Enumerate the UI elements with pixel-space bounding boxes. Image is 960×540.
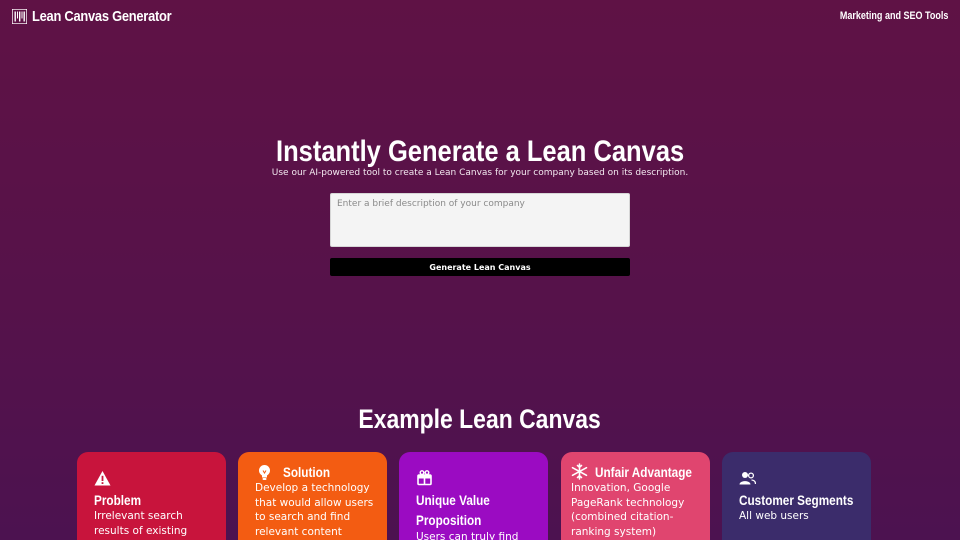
card-solution: Solution Develop a technology that would…	[238, 452, 387, 540]
hero-title-text: Instantly Generate a Lean Canvas	[275, 135, 685, 168]
card-text: Innovation, Google PageRank technology (…	[571, 482, 685, 538]
card-unique-value-proposition: Unique Value Proposition Users can truly…	[399, 452, 548, 540]
card-title: Unique Value Proposition	[416, 492, 490, 528]
brand-name: Lean Canvas Generator	[32, 8, 172, 25]
card-text: Develop a technology that would allow us…	[255, 482, 374, 538]
company-description-input[interactable]	[330, 193, 630, 247]
card-unfair-advantage: Unfair Advantage Innovation, Google Page…	[561, 452, 710, 540]
generate-lean-canvas-button[interactable]: Generate Lean Canvas	[330, 258, 630, 276]
example-cards: Problem Irrelevant search results of exi…	[77, 452, 872, 540]
example-section-title-text: Example Lean Canvas	[358, 404, 602, 434]
card-text: Irrelevant search results of existing	[94, 510, 188, 537]
hero-subtitle: Use our AI-powered tool to create a Lean…	[271, 168, 689, 178]
lightbulb-icon	[259, 465, 270, 480]
card-title: Solution	[283, 464, 331, 480]
brand-link[interactable]: Lean Canvas Generator	[12, 8, 194, 25]
gift-icon	[417, 470, 432, 486]
example-section-title: Example Lean Canvas	[0, 402, 960, 436]
card-text: Users can truly find	[416, 531, 519, 540]
users-icon	[739, 472, 756, 485]
card-title: Problem	[94, 492, 142, 508]
card-text: All web users	[739, 510, 809, 522]
card-title: Customer Segments	[739, 492, 854, 508]
warning-icon	[94, 471, 111, 486]
top-bar: Lean Canvas Generator Marketing and SEO …	[0, 0, 960, 34]
barcode-icon	[12, 9, 27, 24]
hero-title: Instantly Generate a Lean Canvas	[0, 134, 960, 170]
card-customer-segments: Customer Segments All web users	[722, 452, 871, 540]
nav-marketing-seo-tools[interactable]: Marketing and SEO Tools	[839, 10, 948, 22]
card-title: Unfair Advantage	[595, 464, 692, 480]
snowflake-icon	[571, 463, 588, 480]
card-problem: Problem Irrelevant search results of exi…	[77, 452, 226, 540]
